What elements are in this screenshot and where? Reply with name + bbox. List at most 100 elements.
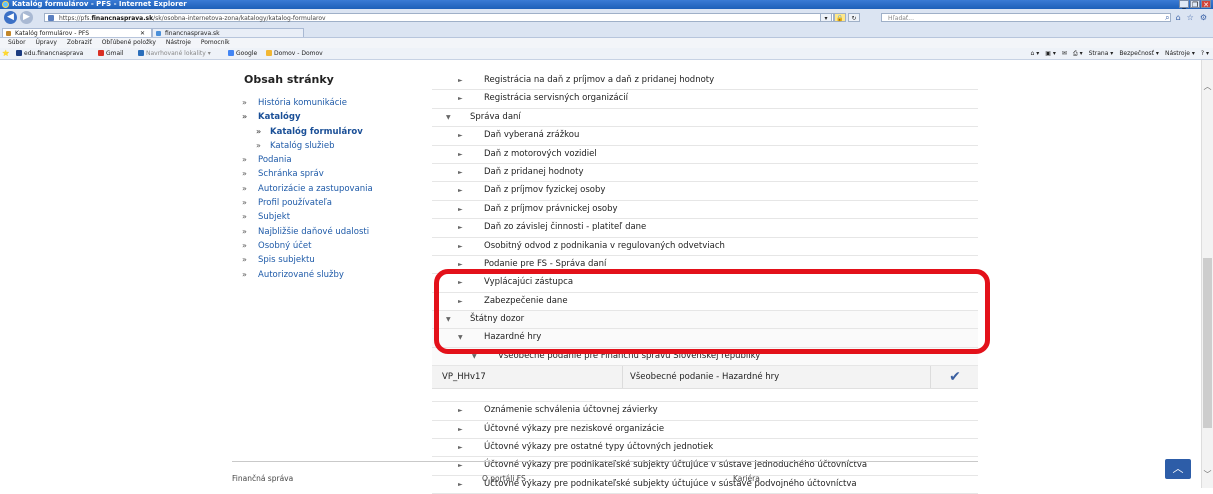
tree-row-label: Daň z pridanej hodnoty bbox=[484, 166, 584, 177]
security-lock-icon[interactable]: 🔒 bbox=[834, 13, 846, 22]
tab-katalog-formularov[interactable]: Katalóg formulárov - PFS ✕ bbox=[2, 28, 152, 37]
scroll-to-top-button[interactable]: ︿ bbox=[1165, 459, 1191, 479]
search-input[interactable]: Hľadať... bbox=[881, 13, 1171, 22]
footer-kariera[interactable]: Kariéra bbox=[733, 474, 760, 483]
menu-zobrazit[interactable]: Zobraziť bbox=[67, 39, 92, 46]
expand-arrow-icon[interactable]: ► bbox=[458, 457, 463, 474]
sidebar-item-historia[interactable]: » História komunikácie bbox=[232, 96, 432, 110]
sidebar-item-profil[interactable]: » Profil používateľa bbox=[232, 196, 432, 210]
expand-arrow-icon[interactable]: ► bbox=[458, 238, 463, 255]
scroll-up-arrow-icon[interactable]: ︿ bbox=[1203, 82, 1212, 92]
tree-row-label: Daň z motorových vozidiel bbox=[484, 148, 597, 159]
cmd-bezpecnost[interactable]: Bezpečnosť ▾ bbox=[1119, 48, 1159, 59]
favorite-edu[interactable]: edu.financnasprava bbox=[16, 48, 83, 59]
tree-row[interactable]: ► Daň z pridanej hodnoty bbox=[432, 163, 978, 183]
minimize-button[interactable]: _ bbox=[1179, 0, 1189, 9]
expand-arrow-icon[interactable]: ► bbox=[458, 164, 463, 181]
menu-upravy[interactable]: Úpravy bbox=[35, 39, 56, 46]
expand-arrow-icon[interactable]: ► bbox=[458, 182, 463, 199]
favorite-domov[interactable]: Domov - Domov bbox=[266, 48, 323, 59]
vertical-scrollbar[interactable]: ︿ ﹀ bbox=[1201, 60, 1213, 488]
sidebar-item-spis[interactable]: » Spis subjektu bbox=[232, 253, 432, 267]
ie-logo-icon bbox=[2, 1, 9, 8]
menu-oblubene[interactable]: Obľúbené položky bbox=[102, 39, 156, 46]
maximize-button[interactable]: ❐ bbox=[1190, 0, 1200, 9]
tree-row[interactable]: ► Daň z príjmov právnickej osoby bbox=[432, 200, 978, 220]
scrollbar-thumb[interactable] bbox=[1203, 258, 1212, 428]
back-button[interactable]: ◀ bbox=[4, 11, 17, 24]
footer-o-portali[interactable]: O portáli FS bbox=[482, 474, 526, 483]
sidebar-item-schranka[interactable]: » Schránka správ bbox=[232, 167, 432, 181]
collapse-arrow-icon[interactable]: ▼ bbox=[446, 109, 451, 126]
forward-button[interactable]: ▶ bbox=[20, 11, 33, 24]
favorite-gmail[interactable]: Gmail bbox=[98, 48, 124, 59]
fill-form-icon[interactable]: ✔ bbox=[930, 366, 979, 389]
tree-row[interactable]: ► Účtovné výkazy pre neziskové organizáci… bbox=[432, 420, 978, 440]
menu-pomocnik[interactable]: Pomocník bbox=[201, 39, 230, 46]
tree-row-label: Oznámenie schválenia účtovnej závierky bbox=[484, 405, 658, 416]
tree-row[interactable]: ► Osobitný odvod z podnikania v regulovan… bbox=[432, 237, 978, 256]
form-row[interactable]: VP_HHv17 Všeobecné podanie - Hazardné hr… bbox=[432, 366, 979, 390]
tree-row[interactable]: ► Daň vyberaná zrážkou bbox=[432, 127, 978, 146]
tree-row[interactable]: ► Daň z príjmov fyzickej osoby bbox=[432, 182, 978, 201]
refresh-icon[interactable]: ↻ bbox=[848, 13, 860, 22]
tree-row[interactable]: ► Oznámenie schválenia účtovnej závierky bbox=[432, 402, 978, 421]
bullet-icon: » bbox=[242, 212, 247, 222]
sidebar-item-katalog-formularov[interactable]: » Katalóg formulárov bbox=[232, 125, 432, 139]
expand-arrow-icon[interactable]: ► bbox=[458, 219, 463, 236]
sidebar-title: Obsah stránky bbox=[244, 73, 334, 86]
feeds-icon[interactable]: ▣ ▾ bbox=[1045, 48, 1056, 59]
tree-row[interactable]: ► Daň z motorových vozidiel bbox=[432, 145, 978, 164]
tree-row[interactable]: ► Daň zo závislej činnosti - platiteľ dan… bbox=[432, 219, 978, 238]
highlight-box bbox=[434, 269, 990, 354]
expand-arrow-icon[interactable]: ► bbox=[458, 90, 463, 107]
expand-arrow-icon[interactable]: ► bbox=[458, 127, 463, 144]
cmd-nastroje[interactable]: Nástroje ▾ bbox=[1165, 48, 1195, 59]
bullet-icon: » bbox=[242, 98, 247, 107]
tree-row[interactable]: ► Registrácia na daň z príjmov a daň z pr… bbox=[432, 72, 978, 91]
favorite-navrhovane[interactable]: Navrhované lokality ▾ bbox=[138, 48, 211, 59]
menu-subor[interactable]: Súbor bbox=[8, 39, 26, 46]
url-field[interactable]: https://pfs.financnasprava.sk/sk/osobna-… bbox=[44, 13, 834, 22]
close-window-button[interactable]: ✕ bbox=[1201, 0, 1211, 9]
command-bar: ⌂ ▾ ▣ ▾ ✉ ⎙ ▾ Strana ▾ Bezpečnosť ▾ Nást… bbox=[1031, 48, 1209, 59]
sidebar-item-subjekt[interactable]: » Subjekt bbox=[232, 210, 432, 224]
expand-arrow-icon[interactable]: ► bbox=[458, 476, 463, 493]
expand-arrow-icon[interactable]: ► bbox=[458, 421, 463, 438]
dropdown-icon[interactable]: ▾ bbox=[820, 13, 832, 22]
sidebar-item-sluzby[interactable]: » Autorizované služby bbox=[232, 268, 432, 282]
home-icon[interactable]: ⌂ bbox=[1176, 13, 1181, 22]
tab-financnasprava[interactable]: financnasprava.sk bbox=[152, 28, 304, 37]
expand-arrow-icon[interactable]: ► bbox=[458, 402, 463, 419]
expand-arrow-icon[interactable]: ► bbox=[458, 439, 463, 456]
home-cmd-icon[interactable]: ⌂ ▾ bbox=[1031, 48, 1040, 59]
expand-arrow-icon[interactable]: ► bbox=[458, 72, 463, 89]
tree-row[interactable]: ▼ Správa daní bbox=[432, 108, 978, 128]
expand-arrow-icon[interactable]: ► bbox=[458, 201, 463, 218]
print-icon[interactable]: ⎙ ▾ bbox=[1073, 48, 1083, 59]
help-icon[interactable]: ? ▾ bbox=[1201, 48, 1209, 59]
scroll-down-arrow-icon[interactable]: ﹀ bbox=[1203, 470, 1212, 480]
mail-icon[interactable]: ✉ bbox=[1062, 48, 1067, 59]
sidebar-item-katalogy[interactable]: » Katalógy bbox=[232, 110, 432, 124]
sidebar-item-autorizacie[interactable]: » Autorizácie a zastupovania bbox=[232, 182, 432, 196]
favorites-star-icon[interactable]: ☆ bbox=[1187, 13, 1194, 22]
form-name: Všeobecné podanie - Hazardné hry bbox=[630, 372, 780, 383]
expand-arrow-icon[interactable]: ► bbox=[458, 146, 463, 163]
footer-financna-sprava[interactable]: Finančná správa bbox=[232, 474, 293, 483]
gear-icon[interactable]: ⚙ bbox=[1200, 13, 1207, 22]
tree-row-label: Správa daní bbox=[470, 111, 521, 122]
sidebar-item-podania[interactable]: » Podania bbox=[232, 153, 432, 167]
favorites-star-icon[interactable]: ⭐ bbox=[2, 48, 9, 59]
sidebar-item-katalog-sluzieb[interactable]: » Katalóg služieb bbox=[232, 139, 432, 153]
sidebar-item-label: Podania bbox=[258, 155, 292, 166]
sidebar-item-udalosti[interactable]: » Najbližšie daňové udalosti bbox=[232, 225, 432, 239]
favorite-google[interactable]: Google bbox=[228, 48, 257, 59]
menu-nastroje[interactable]: Nástroje bbox=[166, 39, 191, 46]
tree-row[interactable]: ► Registrácia servisných organizácií bbox=[432, 90, 978, 109]
sidebar-item-ucet[interactable]: » Osobný účet bbox=[232, 239, 432, 253]
close-tab-icon[interactable]: ✕ bbox=[140, 29, 145, 38]
tree-row[interactable]: ► Účtovné výkazy pre ostatné typy účtovný… bbox=[432, 439, 978, 458]
cmd-strana[interactable]: Strana ▾ bbox=[1089, 48, 1114, 59]
search-icon[interactable]: ⌕ bbox=[1165, 13, 1169, 22]
